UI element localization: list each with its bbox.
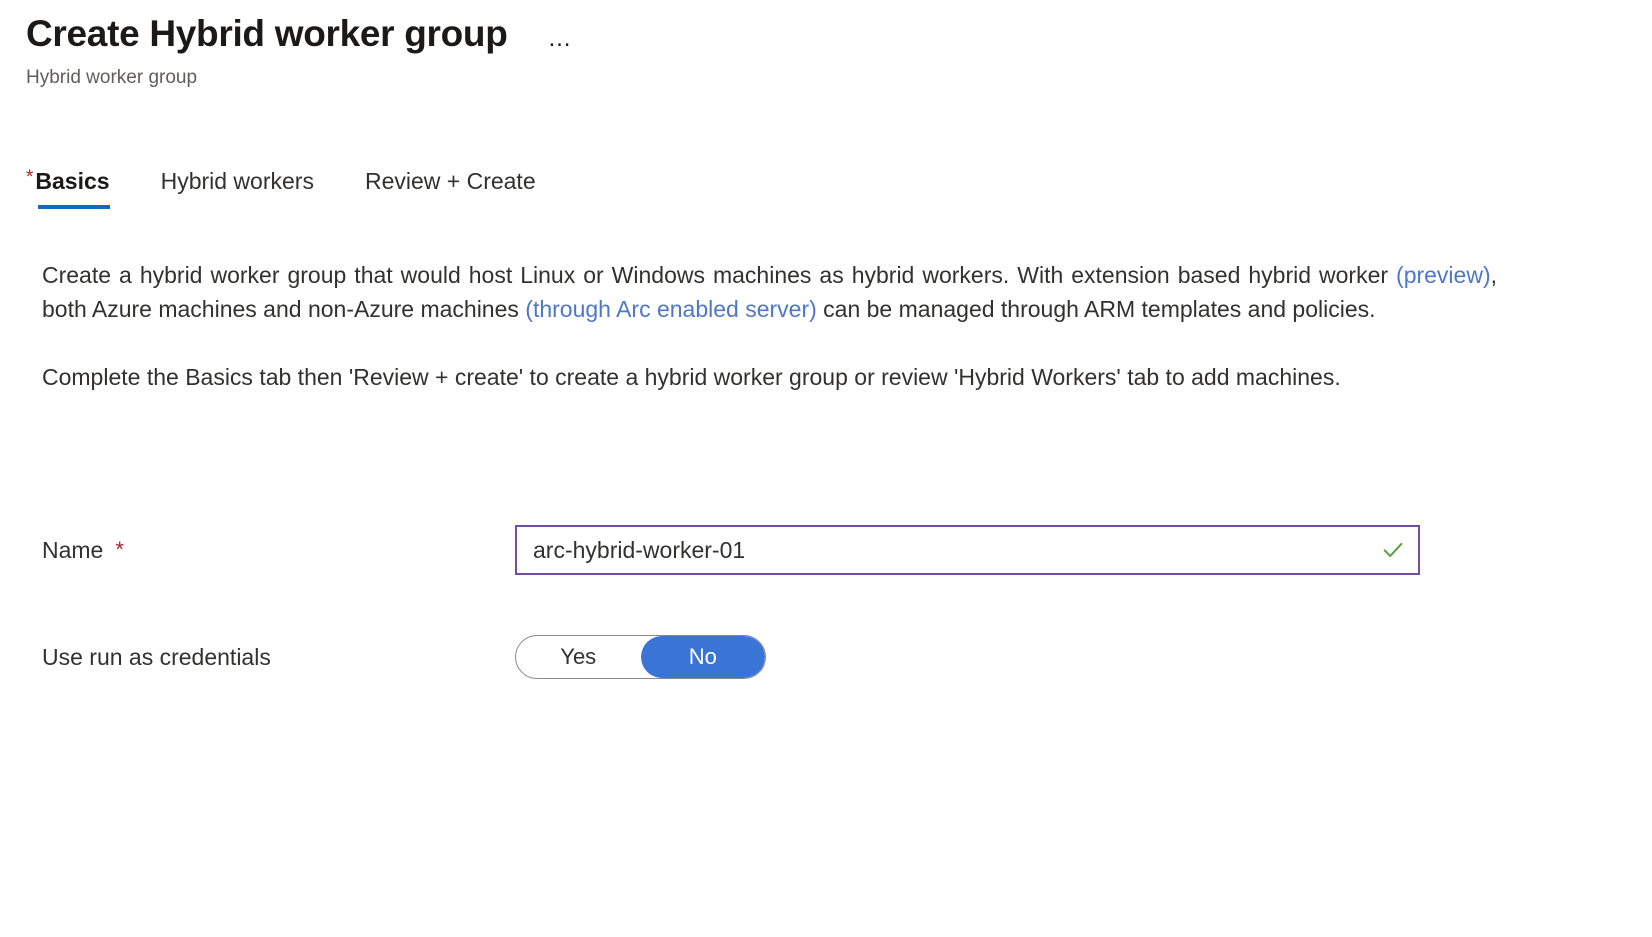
description-paragraph-2: Complete the Basics tab then 'Review + c… bbox=[42, 364, 1341, 390]
tab-review-create-label: Review + Create bbox=[364, 168, 536, 194]
description-paragraph-1: Create a hybrid worker group that would … bbox=[42, 258, 1497, 326]
name-required-indicator-icon: * bbox=[115, 537, 124, 562]
name-field-row: Name * bbox=[42, 524, 1497, 576]
name-field-label: Name bbox=[42, 537, 104, 563]
tab-basics-label: Basics bbox=[35, 168, 110, 194]
description-text-1: Create a hybrid worker group that would … bbox=[42, 262, 1397, 288]
more-options-icon[interactable]: … bbox=[544, 27, 578, 51]
required-indicator-icon: * bbox=[26, 167, 34, 188]
run-as-credentials-row: Use run as credentials Yes No bbox=[42, 631, 1497, 683]
description-section: Create a hybrid worker group that would … bbox=[42, 258, 1497, 394]
blade-subtitle: Hybrid worker group bbox=[26, 67, 198, 88]
tab-active-underline bbox=[38, 205, 110, 209]
run-as-credentials-toggle[interactable]: Yes No bbox=[515, 635, 766, 679]
tab-basics[interactable]: * Basics bbox=[26, 165, 110, 209]
name-input-wrapper bbox=[515, 525, 1420, 575]
name-field-label-group: Name * bbox=[42, 535, 515, 565]
basics-form: Name * Use run as credentials Yes No bbox=[42, 524, 1497, 683]
wizard-tabs: * Basics Hybrid workers Review + Create bbox=[26, 165, 587, 209]
preview-link[interactable]: (preview) bbox=[1396, 262, 1491, 288]
arc-enabled-server-link[interactable]: (through Arc enabled server) bbox=[525, 296, 817, 322]
create-hybrid-worker-group-blade: Create Hybrid worker group … Hybrid work… bbox=[0, 0, 1652, 937]
tab-hybrid-workers[interactable]: Hybrid workers bbox=[161, 165, 314, 209]
toggle-option-yes[interactable]: Yes bbox=[516, 636, 641, 678]
title-row: Create Hybrid worker group … bbox=[26, 10, 1526, 58]
run-as-credentials-label: Use run as credentials bbox=[42, 644, 271, 670]
name-input[interactable] bbox=[517, 527, 1418, 573]
blade-header: Create Hybrid worker group … Hybrid work… bbox=[26, 10, 1526, 90]
page-title: Create Hybrid worker group bbox=[26, 13, 508, 54]
tab-hybrid-workers-label: Hybrid workers bbox=[160, 168, 314, 194]
toggle-option-no[interactable]: No bbox=[640, 636, 765, 678]
description-text-3: can be managed through ARM templates and… bbox=[816, 296, 1376, 322]
tab-review-create[interactable]: Review + Create bbox=[365, 165, 536, 209]
